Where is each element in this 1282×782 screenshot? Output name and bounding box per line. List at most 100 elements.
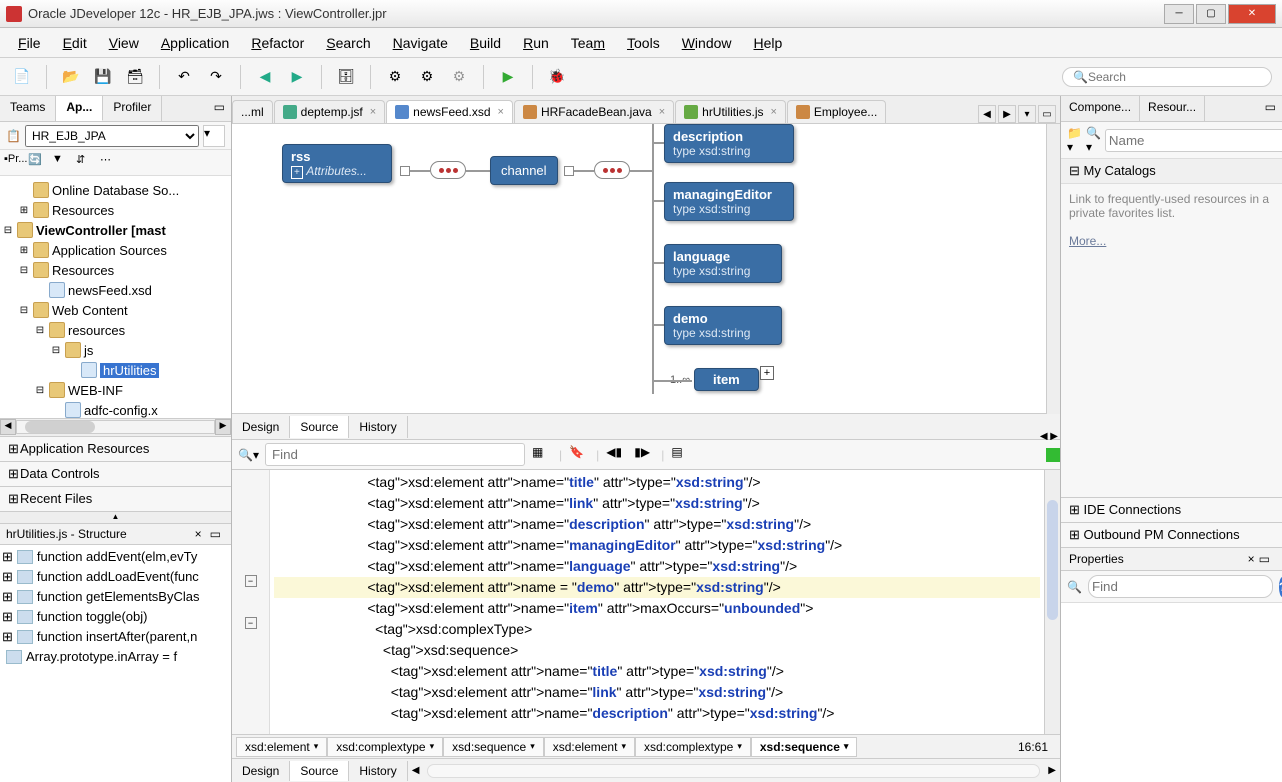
structure-item[interactable]: Array.prototype.inArray = f — [2, 647, 229, 667]
menu-run[interactable]: Run — [513, 31, 559, 55]
tree-hscroll[interactable]: ◀▶ — [0, 418, 231, 436]
bottom-tab-history[interactable]: History — [349, 761, 407, 781]
structure-close-icon[interactable]: × — [191, 527, 206, 541]
tab-close-icon[interactable]: × — [370, 106, 376, 118]
diagram-item-node[interactable]: item — [694, 368, 759, 391]
menu-edit[interactable]: Edit — [53, 31, 97, 55]
menu-help[interactable]: Help — [744, 31, 793, 55]
xsd-diagram[interactable]: rss + Attributes... channel descriptiont… — [232, 124, 1046, 414]
bottom-tab-design[interactable]: Design — [232, 761, 290, 781]
editor-tab[interactable]: ...ml — [232, 100, 273, 123]
expand-item-icon[interactable]: + — [760, 366, 774, 380]
breadcrumb-item[interactable]: xsd:element▾ — [236, 737, 327, 757]
properties-find-input[interactable] — [1088, 575, 1273, 598]
diagram-managingeditor-node[interactable]: managingEditortype xsd:string — [664, 182, 794, 221]
find-icon[interactable]: 🔍▾ — [238, 448, 259, 462]
props-min-icon[interactable]: ▭ — [1255, 552, 1274, 566]
cancel-build-icon[interactable]: ⚙ — [447, 65, 471, 89]
breadcrumb-item[interactable]: xsd:complextype▾ — [327, 737, 443, 757]
menu-file[interactable]: File — [8, 31, 51, 55]
projects-dropdown[interactable]: ▪Pr... — [4, 153, 24, 173]
diagram-rss-node[interactable]: rss — [291, 149, 383, 164]
section-app-resources[interactable]: ⊞Application Resources — [0, 436, 231, 461]
tab-close-icon[interactable]: × — [770, 106, 776, 118]
editor-tab[interactable]: hrUtilities.js× — [675, 100, 786, 123]
menu-window[interactable]: Window — [672, 31, 742, 55]
menu-build[interactable]: Build — [460, 31, 511, 55]
save-all-icon[interactable]: 🗃 — [123, 65, 147, 89]
debug-icon[interactable]: 🐞 — [545, 65, 569, 89]
code-editor[interactable]: <tag">xsd:element attr">name="title" att… — [270, 470, 1044, 734]
menu-view[interactable]: View — [99, 31, 149, 55]
prev-bookmark-icon[interactable]: ◀▮ — [605, 444, 627, 466]
new-resource-icon[interactable]: 📁▾ — [1067, 126, 1082, 154]
breadcrumb-item[interactable]: xsd:element▾ — [544, 737, 635, 757]
find-highlight-icon[interactable]: ▦ — [531, 444, 553, 466]
my-catalogs-header[interactable]: ⊟ My Catalogs — [1061, 159, 1282, 184]
options-icon[interactable]: ⋯ — [100, 153, 120, 173]
menu-search[interactable]: Search — [316, 31, 380, 55]
props-close-icon[interactable]: × — [1248, 552, 1255, 566]
project-dropdown[interactable]: HR_EJB_JPA — [25, 125, 199, 147]
diagram-vscroll[interactable] — [1046, 124, 1060, 414]
tab-close-icon[interactable]: × — [498, 106, 504, 118]
tab-max-icon[interactable]: ▭ — [1038, 105, 1056, 123]
tab-components[interactable]: Compone... — [1061, 96, 1140, 121]
db-icon[interactable]: 🗄 — [334, 65, 358, 89]
next-bookmark-icon[interactable]: ▮▶ — [633, 444, 655, 466]
fold-icon[interactable]: − — [245, 575, 257, 587]
tab-next-icon[interactable]: ▶ — [998, 105, 1016, 123]
structure-item[interactable]: ⊞function toggle(obj) — [2, 607, 229, 627]
build-icon[interactable]: ⚙ — [383, 65, 407, 89]
bookmark-icon[interactable]: 🔖 — [568, 444, 590, 466]
minimize-button[interactable]: ─ — [1164, 4, 1194, 24]
search-input[interactable] — [1088, 70, 1261, 84]
undo-icon[interactable]: ↶ — [172, 65, 196, 89]
diagram-description-node[interactable]: descriptiontype xsd:string — [664, 124, 794, 163]
structure-item[interactable]: ⊞function addEvent(elm,evTy — [2, 547, 229, 567]
tab-prev-icon[interactable]: ◀ — [978, 105, 996, 123]
name-filter-input[interactable] — [1105, 129, 1282, 152]
structure-item[interactable]: ⊞function insertAfter(parent,n — [2, 627, 229, 647]
view-tab-source[interactable]: Source — [290, 416, 349, 438]
bottom-tab-source[interactable]: Source — [290, 761, 349, 781]
save-icon[interactable]: 💾 — [91, 65, 115, 89]
structure-item[interactable]: ⊞function addLoadEvent(func — [2, 567, 229, 587]
run-icon[interactable]: ▶ — [496, 65, 520, 89]
global-search[interactable]: 🔍 — [1062, 67, 1272, 87]
editor-tab-active[interactable]: newsFeed.xsd× — [386, 100, 513, 123]
menu-refactor[interactable]: Refactor — [241, 31, 314, 55]
redo-icon[interactable]: ↷ — [204, 65, 228, 89]
project-menu-button[interactable]: ▾ — [203, 125, 225, 147]
view-tab-design[interactable]: Design — [232, 416, 290, 438]
panel-resize-handle[interactable]: ▲ — [0, 511, 231, 523]
more-link[interactable]: More... — [1069, 234, 1106, 248]
section-data-controls[interactable]: ⊞Data Controls — [0, 461, 231, 486]
tab-teams[interactable]: Teams — [0, 96, 56, 121]
refresh-icon[interactable]: 🔄 — [28, 153, 48, 173]
outbound-pm-connections[interactable]: ⊞ Outbound PM Connections — [1061, 522, 1282, 547]
ide-connections[interactable]: ⊞ IDE Connections — [1061, 497, 1282, 522]
minimize-panel-icon[interactable]: ▭ — [208, 96, 231, 121]
tab-list-icon[interactable]: ▾ — [1018, 105, 1036, 123]
filter-icon[interactable]: ▼ — [52, 153, 72, 173]
diagram-channel-node[interactable]: channel — [490, 156, 558, 185]
search-icon[interactable]: 🔍▾ — [1086, 126, 1101, 154]
back-icon[interactable]: ◀ — [253, 65, 277, 89]
menu-navigate[interactable]: Navigate — [383, 31, 458, 55]
breadcrumb-item[interactable]: xsd:sequence▾ — [751, 737, 858, 757]
menu-tools[interactable]: Tools — [617, 31, 670, 55]
breadcrumb-item[interactable]: xsd:complextype▾ — [635, 737, 751, 757]
diagram-demo-node[interactable]: demotype xsd:string — [664, 306, 782, 345]
menu-team[interactable]: Team — [561, 31, 615, 55]
diagram-language-node[interactable]: languagetype xsd:string — [664, 244, 782, 283]
tab-close-icon[interactable]: × — [659, 106, 665, 118]
code-view-icon[interactable]: ▤ — [670, 444, 692, 466]
editor-tab[interactable]: HRFacadeBean.java× — [514, 100, 674, 123]
menu-application[interactable]: Application — [151, 31, 240, 55]
tab-resources[interactable]: Resour... — [1140, 96, 1205, 121]
new-icon[interactable]: 📄 — [10, 65, 34, 89]
project-tree[interactable]: Online Database So... ⊞Resources ⊟ViewCo… — [0, 176, 231, 418]
view-tab-history[interactable]: History — [349, 416, 407, 438]
sort-icon[interactable]: ⇵ — [76, 153, 96, 173]
